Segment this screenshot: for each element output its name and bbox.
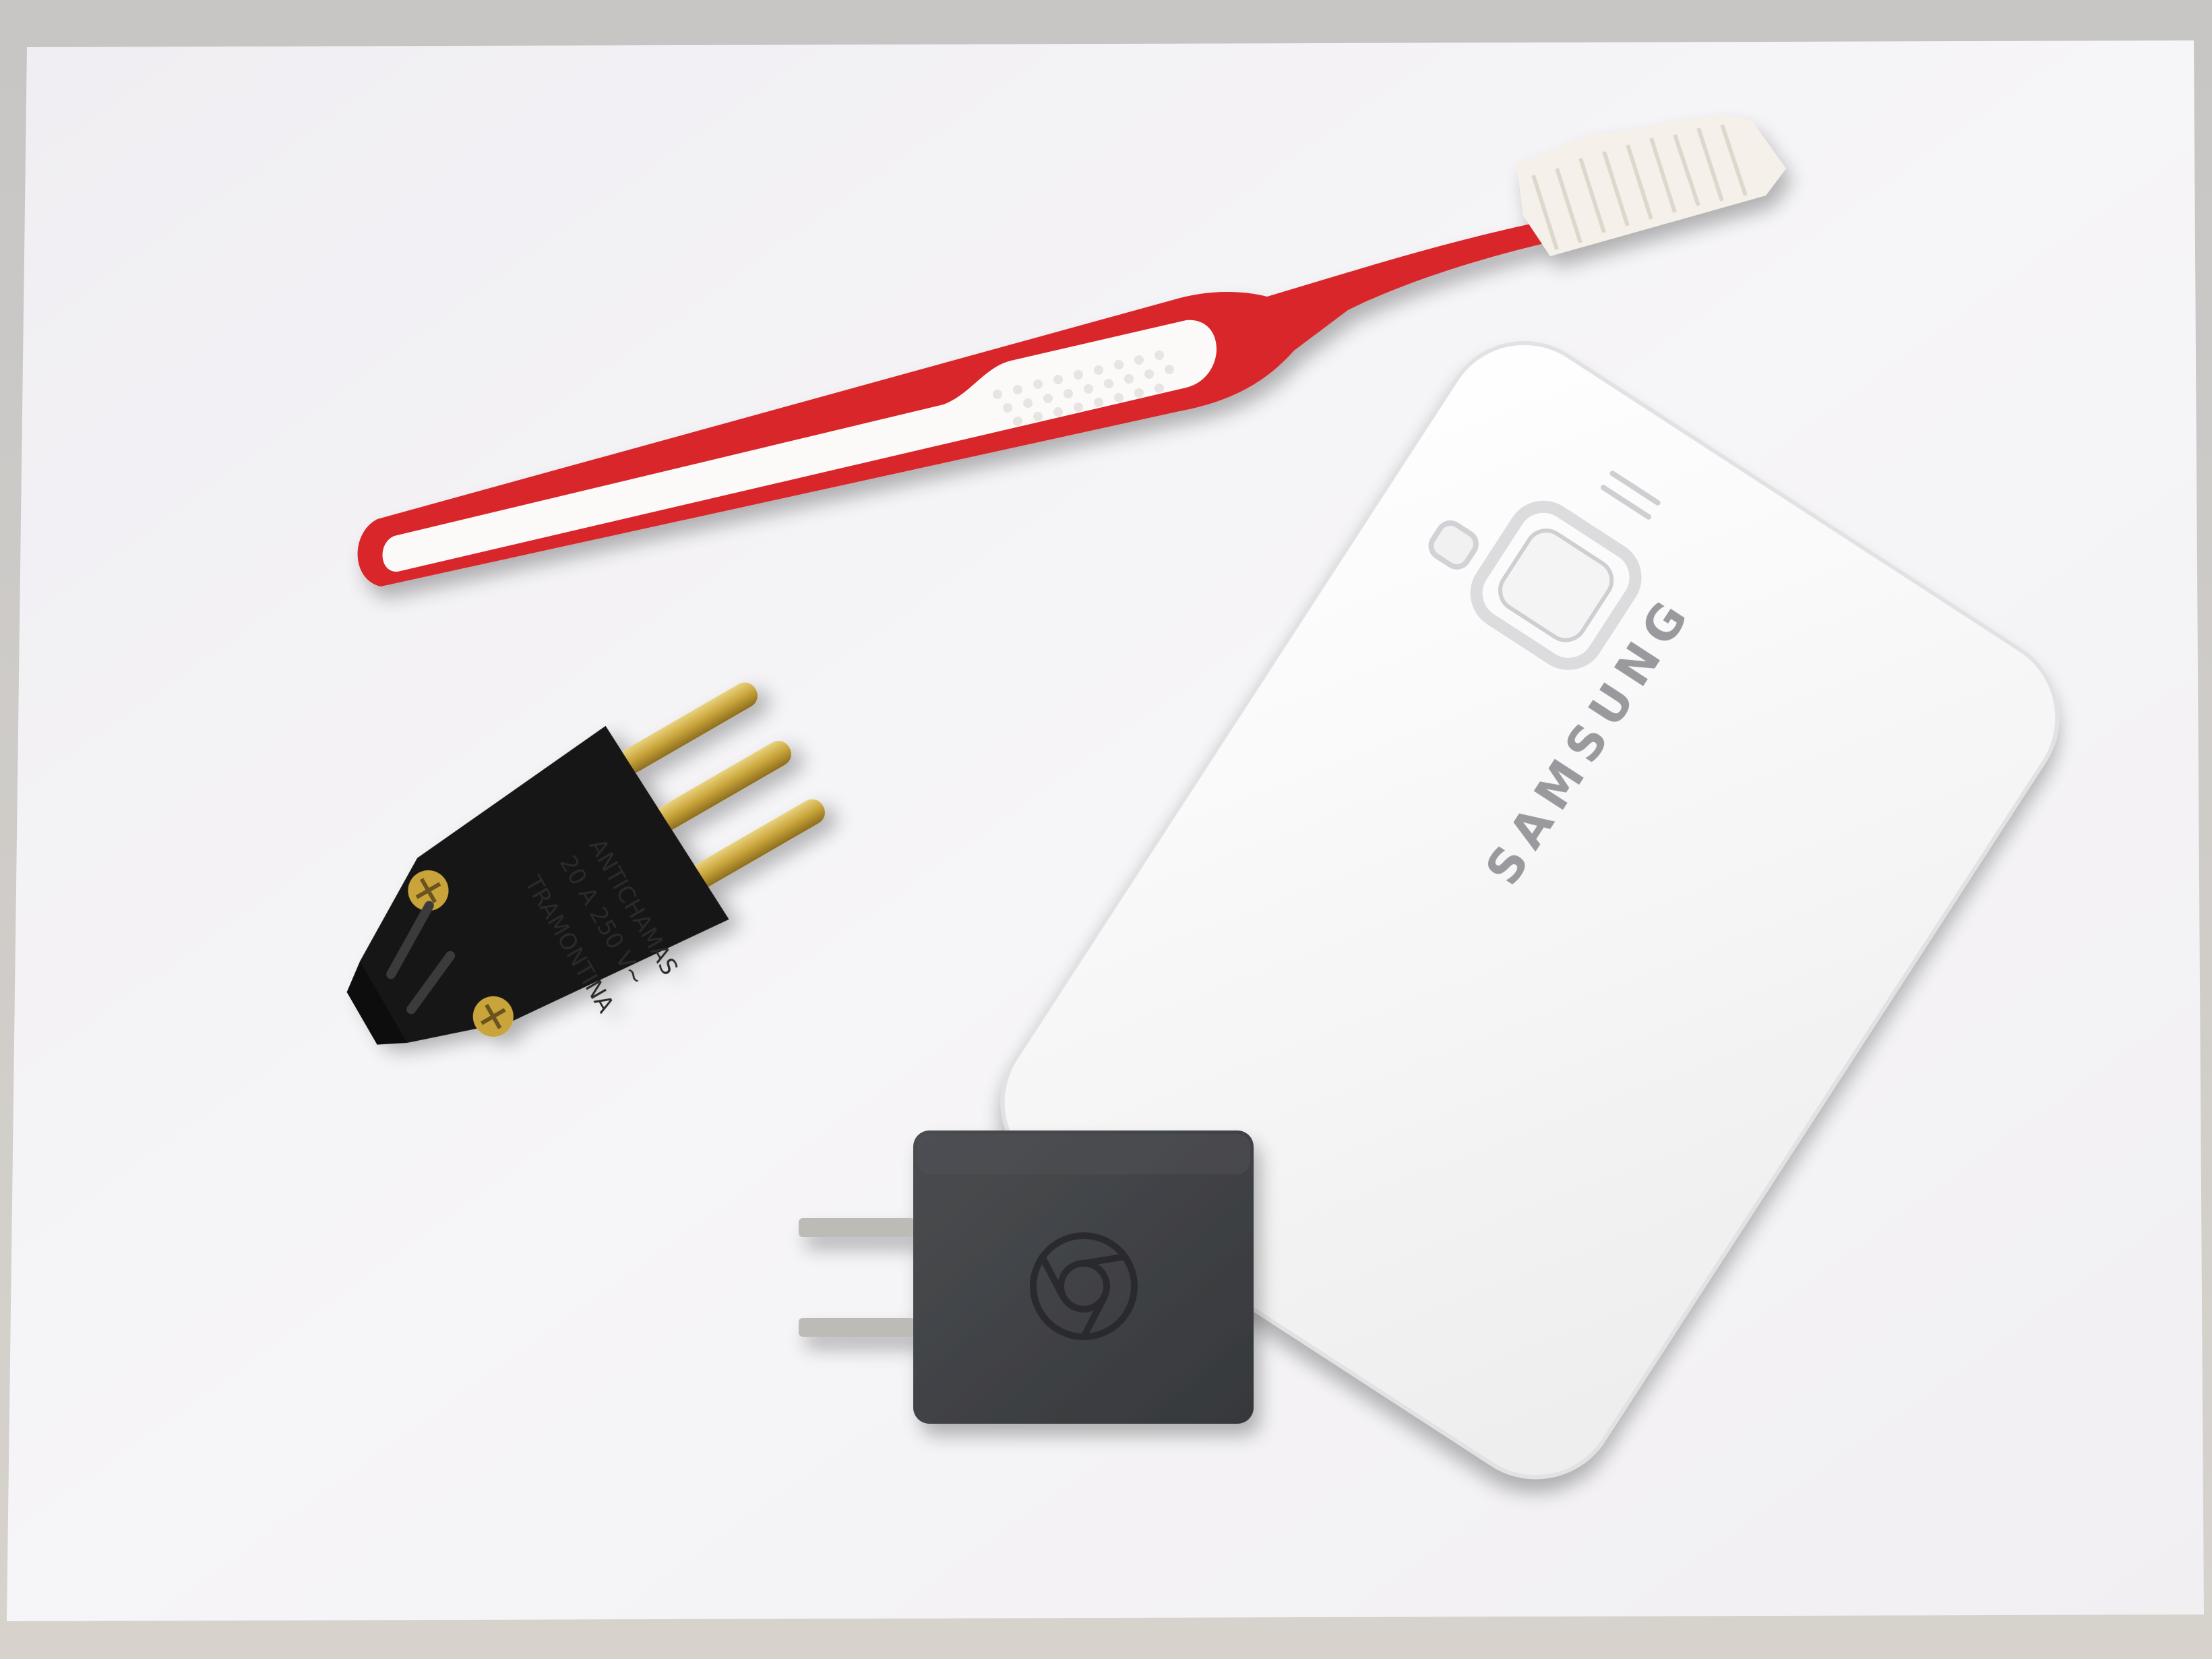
charger-prong-bottom [799, 1318, 915, 1337]
charger-prong-top [799, 1218, 915, 1237]
photo-scene: SAMSUNG TRAMONTINA 20 A 250 V~ ANTICHAMA… [0, 0, 2212, 1659]
